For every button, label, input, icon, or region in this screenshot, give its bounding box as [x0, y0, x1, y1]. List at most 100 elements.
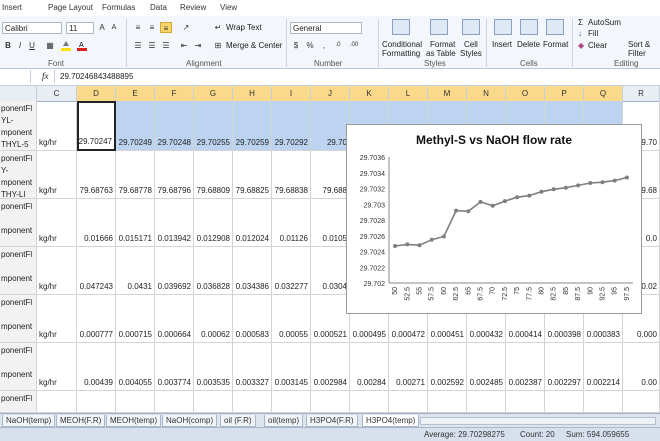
clear-button[interactable]: Clear: [588, 41, 607, 50]
data-cell[interactable]: 79.68796: [155, 151, 194, 199]
column-header-o[interactable]: O: [506, 86, 545, 101]
column-header-f[interactable]: F: [155, 86, 194, 101]
column-header-l[interactable]: L: [389, 86, 428, 101]
number-format-select[interactable]: General: [290, 22, 362, 34]
row-label-cell[interactable]: ponentFl mponent: [0, 199, 37, 247]
data-cell[interactable]: [428, 391, 467, 413]
sheet-tab-oil-fr[interactable]: oil (F.R): [220, 415, 256, 427]
fill-icon[interactable]: ↓: [578, 29, 582, 38]
font-color-icon[interactable]: A: [76, 40, 88, 51]
autosum-button[interactable]: AutoSum: [588, 18, 621, 27]
data-cell[interactable]: [155, 391, 194, 413]
comma-icon[interactable]: ,: [318, 40, 330, 51]
grow-font-icon[interactable]: A: [96, 22, 108, 33]
data-cell[interactable]: [233, 391, 272, 413]
data-cell[interactable]: [194, 391, 233, 413]
orientation-icon[interactable]: ↗: [180, 22, 192, 33]
menu-view[interactable]: View: [220, 3, 237, 12]
percent-icon[interactable]: %: [304, 40, 316, 51]
sheet-tab-meoh-fr[interactable]: MEOH(F.R): [56, 415, 106, 427]
data-cell[interactable]: 79.688: [311, 151, 350, 199]
menu-data[interactable]: Data: [150, 3, 167, 12]
insert-cells-icon[interactable]: [494, 19, 512, 35]
data-cell[interactable]: 29.70: [311, 101, 350, 151]
data-cell[interactable]: [272, 391, 311, 413]
data-cell[interactable]: 0.00271: [389, 343, 428, 391]
data-cell[interactable]: 0.00062: [194, 295, 233, 343]
data-cell[interactable]: 0.0105: [311, 199, 350, 247]
data-cell[interactable]: 0.000715: [116, 295, 155, 343]
select-all-corner[interactable]: [0, 86, 37, 101]
delete-cells-icon[interactable]: [520, 19, 538, 35]
autosum-icon[interactable]: Σ: [578, 18, 583, 27]
align-bottom-icon[interactable]: ≡: [160, 22, 172, 33]
column-header-j[interactable]: J: [311, 86, 350, 101]
column-header-q[interactable]: Q: [584, 86, 623, 101]
italic-button[interactable]: I: [14, 40, 26, 51]
unit-cell[interactable]: kg/hr: [37, 199, 77, 247]
data-cell[interactable]: 0.000777: [77, 295, 116, 343]
unit-cell[interactable]: kg/hr: [37, 343, 77, 391]
sheet-tab-naoh-temp[interactable]: NaOH(temp): [2, 415, 56, 427]
menu-formulas[interactable]: Formulas: [102, 3, 135, 12]
data-cell[interactable]: 0.032277: [272, 247, 311, 295]
font-size-select[interactable]: 11: [66, 22, 94, 34]
format-as-table-icon[interactable]: [430, 19, 448, 35]
data-cell[interactable]: [311, 391, 350, 413]
data-cell[interactable]: 0.003535: [194, 343, 233, 391]
fill-button[interactable]: Fill: [588, 29, 598, 38]
column-header-d[interactable]: D: [77, 86, 116, 101]
column-header-p[interactable]: P: [545, 86, 584, 101]
data-cell[interactable]: 0.012024: [233, 199, 272, 247]
increase-indent-icon[interactable]: ⇥: [192, 40, 204, 51]
data-cell[interactable]: 79.68763: [77, 151, 116, 199]
column-header-r[interactable]: R: [623, 86, 660, 101]
data-cell[interactable]: 0.003327: [233, 343, 272, 391]
data-cell[interactable]: 0.015171: [116, 199, 155, 247]
unit-cell[interactable]: kg/hr: [37, 151, 77, 199]
align-right-icon[interactable]: ☰: [160, 40, 172, 51]
sheet-tab-h3po4-fr[interactable]: H3PO4(F.R): [306, 415, 358, 427]
delete-cells-button[interactable]: Delete: [517, 40, 540, 49]
cell-styles-icon[interactable]: [462, 19, 480, 35]
unit-cell[interactable]: [37, 391, 77, 413]
data-cell[interactable]: [584, 391, 623, 413]
fill-color-icon[interactable]: [60, 40, 72, 51]
data-cell[interactable]: 0.01126: [272, 199, 311, 247]
data-cell[interactable]: 79.68778: [116, 151, 155, 199]
sheet-tab-h3po4-temp[interactable]: H3PO4(temp): [362, 415, 420, 427]
data-cell[interactable]: 0.000664: [155, 295, 194, 343]
increase-decimal-icon[interactable]: .0: [332, 40, 344, 51]
currency-icon[interactable]: $: [290, 40, 302, 51]
column-header-g[interactable]: G: [194, 86, 233, 101]
shrink-font-icon[interactable]: A: [108, 22, 120, 33]
row-label-cell[interactable]: ponentFl mponent: [0, 343, 37, 391]
data-cell[interactable]: 0.0431: [116, 247, 155, 295]
cell-styles-label-2[interactable]: Styles: [460, 49, 482, 58]
font-name-select[interactable]: Calibri: [2, 22, 62, 34]
formula-input[interactable]: 29.70246843488895: [60, 72, 133, 81]
decrease-decimal-icon[interactable]: .00: [348, 40, 360, 51]
column-header-e[interactable]: E: [116, 86, 155, 101]
column-header-i[interactable]: I: [272, 86, 311, 101]
data-cell[interactable]: 0.00055: [272, 295, 311, 343]
column-header-k[interactable]: K: [350, 86, 389, 101]
borders-icon[interactable]: ▦: [44, 40, 56, 51]
line-chart[interactable]: Methyl-S vs NaOH flow rate 29.7036 29.703…: [346, 124, 642, 314]
menu-review[interactable]: Review: [180, 3, 206, 12]
data-cell[interactable]: [77, 391, 116, 413]
data-cell[interactable]: [506, 391, 545, 413]
data-cell[interactable]: 29.70292: [272, 101, 311, 151]
sheet-tab-naoh-comp[interactable]: NaOH(comp): [162, 415, 218, 427]
data-cell[interactable]: 0.002297: [545, 343, 584, 391]
conditional-formatting-icon[interactable]: [392, 19, 410, 35]
format-cells-button[interactable]: Format: [543, 40, 568, 49]
data-cell[interactable]: 0.00: [623, 343, 660, 391]
data-cell[interactable]: 29.70248: [155, 101, 194, 151]
conditional-formatting-label-1[interactable]: Conditional: [382, 40, 422, 49]
merge-center-icon[interactable]: ⊞: [212, 40, 224, 51]
sort-filter-label-1[interactable]: Sort &: [628, 40, 650, 49]
data-cell[interactable]: 0.0304: [311, 247, 350, 295]
data-cell[interactable]: 0.002214: [584, 343, 623, 391]
column-header-h[interactable]: H: [233, 86, 272, 101]
